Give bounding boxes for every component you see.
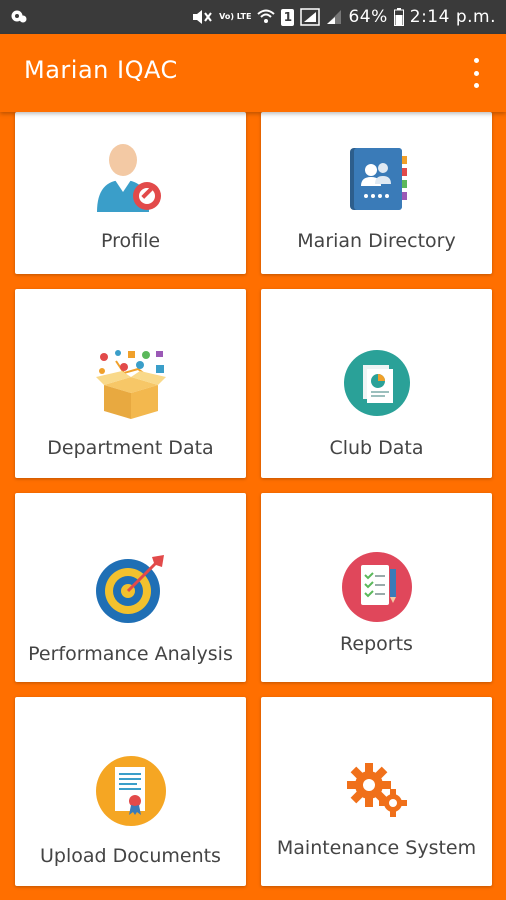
mute-icon: [193, 10, 212, 24]
gears-icon: [346, 763, 407, 817]
tile-label: Upload Documents: [40, 845, 221, 867]
tile-label: Department Data: [47, 437, 214, 459]
more-vert-icon[interactable]: [464, 58, 488, 88]
tile-upload-documents[interactable]: Upload Documents: [15, 697, 246, 886]
wifi-icon: [257, 9, 276, 23]
tile-profile[interactable]: Profile: [15, 112, 246, 274]
battery-percent: 64%: [348, 7, 388, 27]
status-bar: Vo) LTE 1 64% 2:14 p.m.: [0, 0, 506, 34]
sim-slot-badge: 1: [281, 8, 295, 26]
pie-chart-document-icon: [343, 350, 410, 416]
tile-performance-analysis[interactable]: Performance Analysis: [15, 493, 246, 682]
tile-club-data[interactable]: Club Data: [261, 289, 492, 478]
tile-marian-directory[interactable]: Marian Directory: [261, 112, 492, 274]
department-box-icon: [95, 350, 166, 419]
certificate-document-icon: [95, 756, 166, 826]
profile-user-icon: [96, 144, 161, 212]
clock: 2:14 p.m.: [409, 7, 496, 27]
tile-maintenance-system[interactable]: Maintenance System: [261, 697, 492, 886]
tile-department-data[interactable]: Department Data: [15, 289, 246, 478]
battery-icon: [393, 8, 404, 26]
signal-icon: [300, 8, 321, 26]
tile-reports[interactable]: Reports: [261, 493, 492, 682]
tile-label: Club Data: [329, 437, 424, 459]
signal-weak-icon: [327, 10, 342, 24]
address-book-icon: [349, 148, 407, 210]
target-icon: [95, 555, 164, 623]
tile-label: Maintenance System: [276, 837, 477, 859]
volte-badge: Vo) LTE: [219, 12, 252, 21]
tile-label: Performance Analysis: [28, 643, 233, 665]
sim-slot-number: 1: [283, 9, 293, 24]
tile-label: Profile: [100, 230, 161, 252]
notification-icon: [11, 10, 27, 23]
tile-label: Reports: [340, 633, 413, 655]
tile-label: Marian Directory: [297, 230, 456, 252]
dashboard-grid: Profile Marian Directory Department Data…: [0, 112, 506, 900]
checklist-report-icon: [341, 552, 412, 622]
app-title: Marian IQAC: [24, 56, 178, 84]
app-bar: Marian IQAC: [0, 34, 506, 112]
